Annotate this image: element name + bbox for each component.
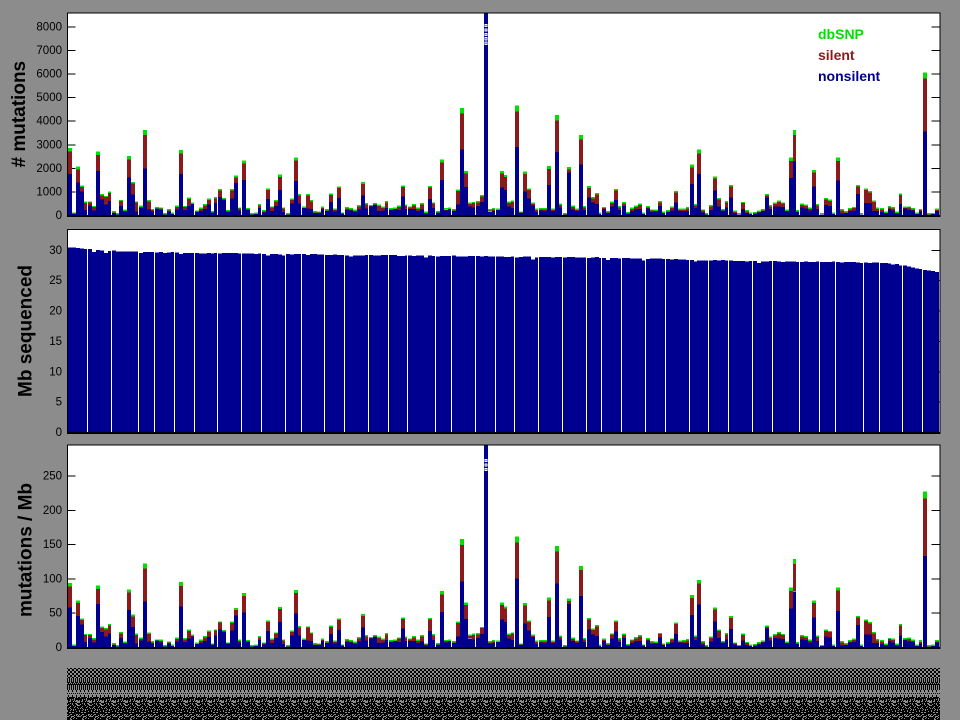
svg-text:dbSNP: dbSNP bbox=[818, 26, 864, 42]
svg-text:nonsilent: nonsilent bbox=[818, 68, 881, 84]
svg-text:Mb sequenced: Mb sequenced bbox=[16, 265, 37, 397]
svg-text:4000: 4000 bbox=[36, 116, 62, 128]
svg-text:6000: 6000 bbox=[36, 69, 62, 81]
svg-text:15: 15 bbox=[49, 336, 62, 348]
svg-text:150: 150 bbox=[43, 539, 62, 551]
svg-text:25: 25 bbox=[49, 275, 62, 287]
svg-text:1000: 1000 bbox=[36, 186, 62, 198]
svg-text:0: 0 bbox=[56, 210, 62, 222]
svg-text:7000: 7000 bbox=[36, 45, 62, 57]
svg-text:3000: 3000 bbox=[36, 139, 62, 151]
svg-text:200: 200 bbox=[43, 505, 62, 517]
svg-text:10: 10 bbox=[49, 366, 62, 378]
svg-text:5000: 5000 bbox=[36, 92, 62, 104]
svg-text:2000: 2000 bbox=[36, 163, 62, 175]
svg-text:20: 20 bbox=[49, 306, 62, 318]
svg-text:8000: 8000 bbox=[36, 21, 62, 33]
svg-text:mutations / Mb: mutations / Mb bbox=[16, 483, 37, 617]
svg-text:30: 30 bbox=[49, 245, 62, 257]
svg-text:0: 0 bbox=[56, 642, 62, 654]
svg-text:0: 0 bbox=[56, 427, 62, 439]
svg-text:# mutations: # mutations bbox=[9, 61, 30, 168]
svg-text:100: 100 bbox=[43, 573, 62, 585]
svg-text:5: 5 bbox=[56, 397, 62, 409]
svg-text:50: 50 bbox=[49, 608, 62, 620]
svg-text:silent: silent bbox=[818, 47, 855, 63]
svg-text:250: 250 bbox=[43, 471, 62, 483]
